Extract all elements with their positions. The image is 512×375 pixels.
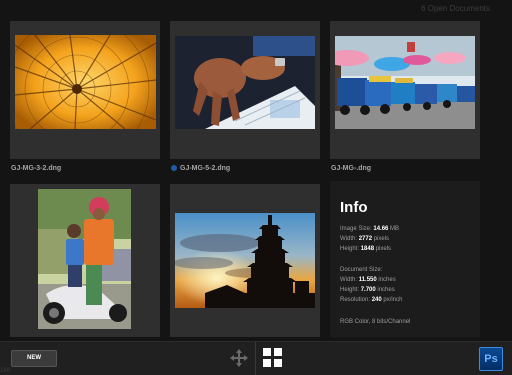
document-card-2[interactable]: [170, 21, 320, 159]
document-name: GJ-MG-5-2.dng: [171, 165, 230, 172]
document-name-text: GJ-MG-5-2.dng: [180, 165, 231, 172]
doc-width-row: Width: 11.550 inches: [340, 277, 396, 283]
document-name: GJ-MG-.dng: [331, 165, 372, 172]
grid-view-icon[interactable]: [263, 348, 282, 367]
color-mode: RGB Color, 8 bits/Channel: [340, 319, 411, 325]
document-thumbnail: [335, 36, 475, 129]
document-thumbnail: [175, 213, 315, 308]
height-row: Height: 1848 pixels: [340, 246, 392, 252]
toolbar-divider: [255, 342, 256, 375]
move-icon[interactable]: [229, 348, 249, 368]
document-card-4[interactable]: [10, 184, 160, 337]
resolution-row: Resolution: 240 px/inch: [340, 297, 403, 303]
corner-label: 168: [0, 368, 11, 374]
photoshop-app-icon[interactable]: Ps: [479, 347, 503, 371]
document-card-3[interactable]: [330, 21, 480, 159]
open-documents-count: 6 Open Documents: [421, 4, 490, 13]
bottom-toolbar: NEW Ps 168: [0, 341, 512, 375]
document-card-5[interactable]: [170, 184, 320, 337]
document-thumbnail: [15, 35, 156, 129]
document-name: GJ-MG-3-2.dng: [11, 165, 62, 172]
image-size-row: Image Size: 14.66 MB: [340, 226, 400, 232]
info-panel: Info Image Size: 14.66 MB Width: 2772 pi…: [330, 181, 480, 337]
document-size-label: Document Size:: [340, 267, 383, 273]
document-thumbnail: [175, 36, 315, 129]
active-document-indicator: [171, 165, 177, 171]
info-title: Info: [340, 199, 368, 216]
new-document-button[interactable]: NEW: [11, 350, 57, 367]
document-thumbnail: [38, 189, 131, 329]
document-card-1[interactable]: [10, 21, 160, 159]
width-row: Width: 2772 pixels: [340, 236, 390, 242]
doc-height-row: Height: 7.700 inches: [340, 287, 395, 293]
